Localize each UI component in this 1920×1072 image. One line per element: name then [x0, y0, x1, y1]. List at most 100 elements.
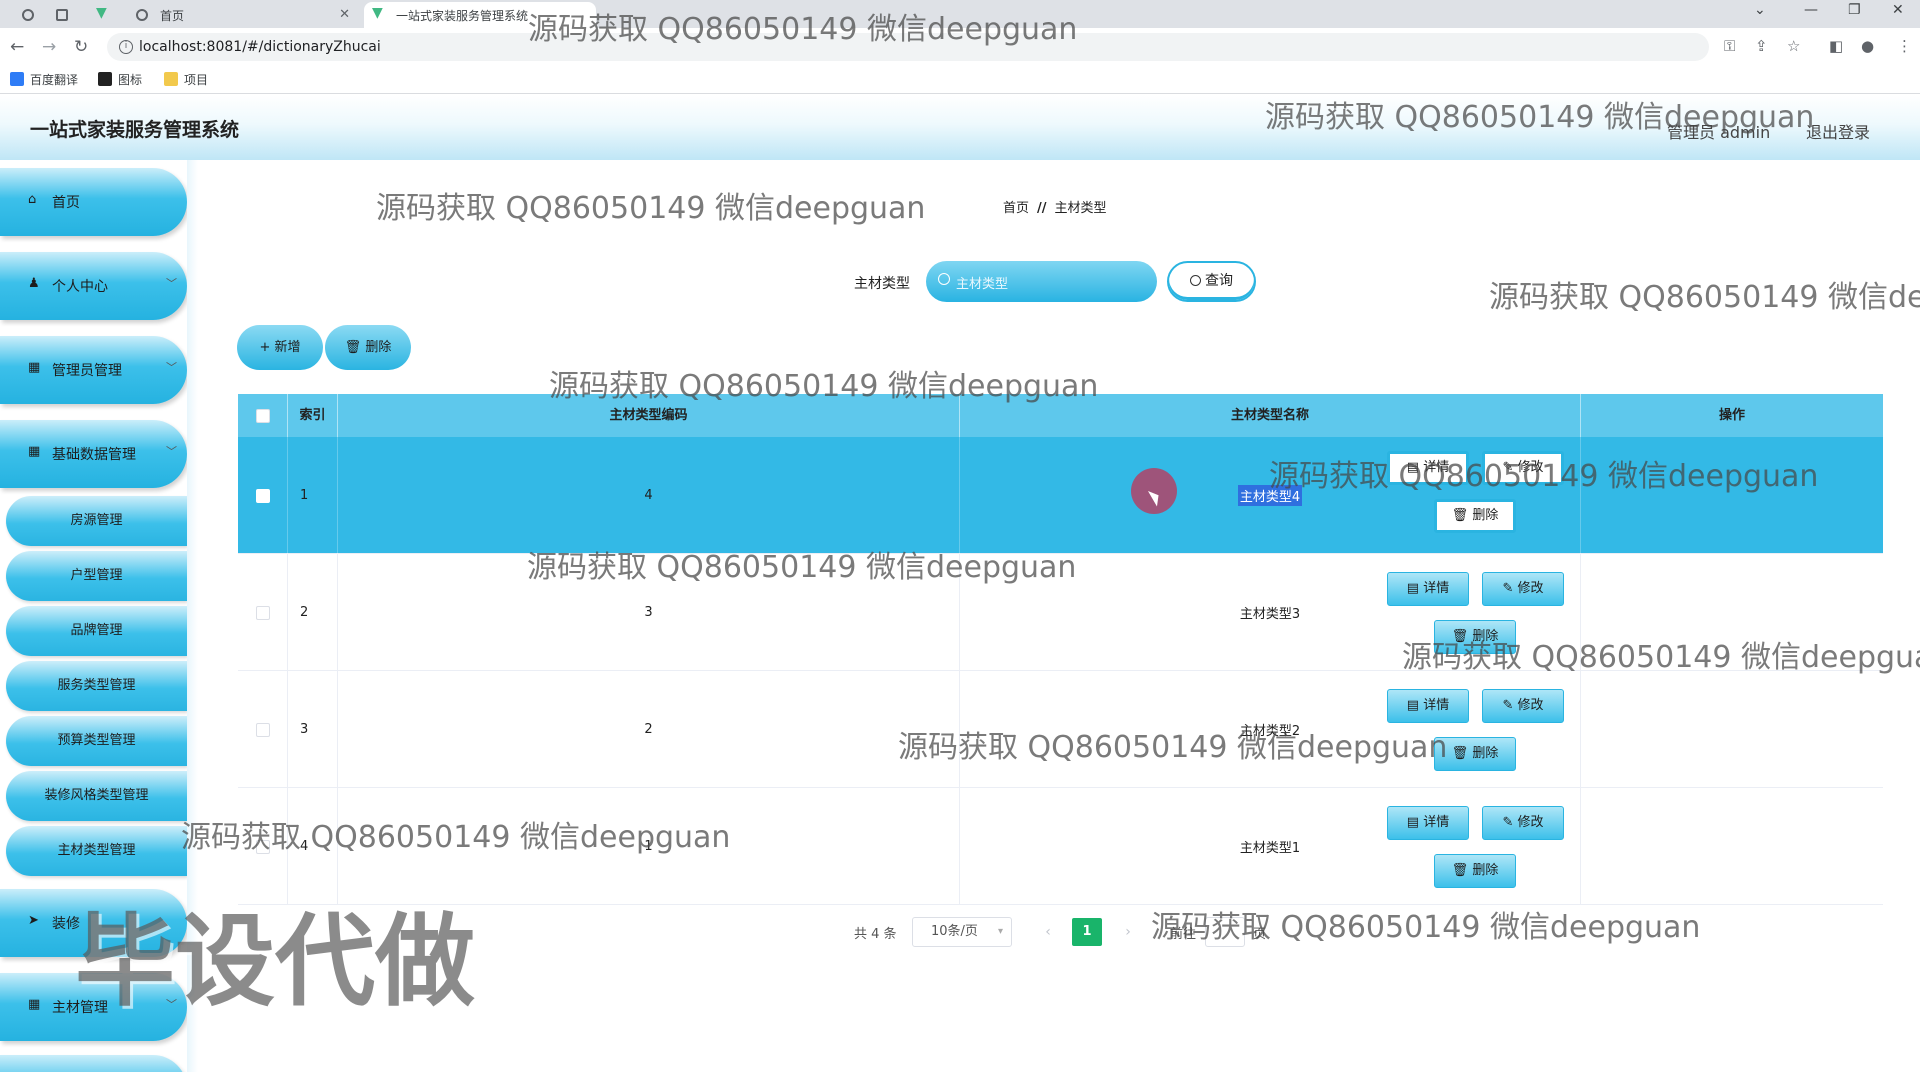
pinned-tab-1[interactable]	[14, 2, 40, 28]
sidebar-edge	[187, 160, 198, 1072]
delete-button[interactable]: 🗑 删除	[1434, 737, 1516, 771]
watermark: 源码获取 QQ86050149 微信deepguan	[1489, 280, 1920, 315]
minimize-icon[interactable]: —	[1804, 2, 1818, 18]
restore-icon[interactable]: ❐	[1848, 2, 1861, 18]
sidebar-item-label: 主材管理	[52, 1000, 108, 1016]
select-all-checkbox[interactable]	[255, 408, 270, 423]
close-icon[interactable]: ✕	[339, 7, 350, 22]
cell-index: 2	[288, 554, 338, 671]
doc-icon: ▤	[1406, 460, 1420, 475]
sidebar-item-material[interactable]: ▦ 主材管理 ﹀	[0, 973, 187, 1041]
next-page-button[interactable]: ›	[1115, 919, 1141, 945]
page-icon	[56, 9, 68, 21]
breadcrumb-current: 主材类型	[1054, 201, 1107, 216]
cell-code: 3	[338, 554, 960, 671]
cell-code: 1	[338, 788, 960, 905]
watermark: 源码获取 QQ86050149 微信deepguan	[376, 191, 926, 226]
forward-icon[interactable]: →	[42, 37, 56, 57]
app-header: 一站式家装服务管理系统 管理员 admin 退出登录	[0, 95, 1920, 160]
bookmark-star-icon[interactable]: ☆	[1787, 37, 1800, 55]
batch-delete-button[interactable]: 🗑 删除	[325, 325, 411, 370]
detail-button[interactable]: ▤ 详情	[1387, 572, 1469, 606]
trash-icon: 🗑	[1451, 746, 1469, 761]
share-icon[interactable]: ⇪	[1755, 37, 1768, 55]
search-input[interactable]: 主材类型	[926, 261, 1157, 302]
bookmark-label: 项目	[184, 73, 209, 87]
detail-label: 详情	[1423, 581, 1450, 596]
delete-label: 删除	[1472, 746, 1499, 761]
sidebar-subitem-material-type[interactable]: 主材类型管理	[6, 826, 187, 876]
reload-icon[interactable]: ↻	[74, 37, 88, 57]
pinned-tab-3[interactable]: ▼	[88, 2, 114, 28]
edit-button[interactable]: ✎ 修改	[1482, 451, 1564, 485]
sidebar-item-more[interactable]	[0, 1055, 187, 1072]
cell-code: 2	[338, 671, 960, 788]
row-checkbox[interactable]	[255, 605, 270, 620]
bookmark-icons[interactable]: 图标	[98, 71, 142, 88]
detail-button[interactable]: ▤ 详情	[1387, 451, 1469, 485]
delete-button[interactable]: 🗑 删除	[1434, 499, 1516, 533]
detail-button[interactable]: ▤ 详情	[1387, 806, 1469, 840]
cell-index: 3	[288, 671, 338, 788]
sidepanel-icon[interactable]: ◧	[1829, 37, 1843, 55]
tab-home[interactable]: 首页 ✕	[128, 2, 360, 28]
delete-button[interactable]: 🗑 删除	[1434, 620, 1516, 654]
edit-button[interactable]: ✎ 修改	[1482, 572, 1564, 606]
window-close-icon[interactable]: ✕	[1892, 2, 1904, 18]
edit-button[interactable]: ✎ 修改	[1482, 806, 1564, 840]
table-row[interactable]: 2 3 主材类型3 ▤ 详情 ✎ 修改 🗑 删除	[238, 554, 1883, 671]
tab-list-icon[interactable]: ⌄	[1754, 2, 1766, 18]
detail-button[interactable]: ▤ 详情	[1387, 689, 1469, 723]
sidebar-item-label: 装修	[52, 916, 80, 932]
row-checkbox[interactable]	[255, 722, 270, 737]
delete-button[interactable]: 🗑 删除	[1434, 854, 1516, 888]
profile-icon[interactable]: ●	[1861, 37, 1874, 55]
sidebar-subitem-house-type[interactable]: 户型管理	[6, 551, 187, 601]
table-row[interactable]: 1 4 主材类型4 ▤ 详情 ✎ 修改 🗑 删除	[238, 437, 1883, 554]
sidebar-subitem-budget-type[interactable]: 预算类型管理	[6, 716, 187, 766]
site-info-icon[interactable]: i	[119, 40, 133, 54]
goto-unit-label: 页	[1253, 927, 1267, 942]
pinned-tab-2[interactable]	[48, 2, 74, 28]
bookmark-baidu-translate[interactable]: 百度翻译	[10, 71, 78, 88]
key-icon[interactable]: ⚿	[1724, 37, 1735, 55]
breadcrumb-home[interactable]: 首页	[1003, 201, 1029, 216]
table-row[interactable]: 3 2 主材类型2 ▤ 详情 ✎ 修改 🗑 删除	[238, 671, 1883, 788]
row-checkbox[interactable]	[255, 839, 270, 854]
chevron-down-icon: ▾	[997, 926, 1003, 937]
sidebar-item-basic-data[interactable]: ▦ 基础数据管理 ﹀	[0, 420, 187, 488]
page-size-select[interactable]: 10条/页 ▾	[912, 917, 1012, 947]
sidebar-item-label: 管理员管理	[52, 363, 122, 379]
sidebar-subitem-brand[interactable]: 品牌管理	[6, 606, 187, 656]
sidebar-item-decoration[interactable]: ➤ 装修	[0, 889, 187, 957]
sidebar-subitem-style-type[interactable]: 装修风格类型管理	[6, 771, 187, 821]
table-row[interactable]: 4 1 主材类型1 ▤ 详情 ✎ 修改 🗑 删除	[238, 788, 1883, 905]
more-menu-icon[interactable]: ⋮	[1897, 37, 1912, 55]
logout-link[interactable]: 退出登录	[1806, 119, 1870, 143]
sidebar-item-profile[interactable]: ♟ 个人中心 ﹀	[0, 252, 187, 320]
tab-home-label: 首页	[160, 8, 185, 23]
sidebar-item-home[interactable]: ⌂ 首页	[0, 168, 187, 236]
tab-system[interactable]: ▼ 一站式家装服务管理系统	[364, 2, 596, 28]
query-button[interactable]: 查询	[1167, 261, 1256, 302]
doc-icon: ▤	[1406, 815, 1420, 830]
table-header: 索引 主材类型编码 主材类型名称 操作	[238, 394, 1883, 437]
edit-label: 修改	[1517, 815, 1544, 830]
row-checkbox[interactable]	[255, 488, 270, 503]
sidebar-item-admins[interactable]: ▦ 管理员管理 ﹀	[0, 336, 187, 404]
page-number-current[interactable]: 1	[1072, 918, 1102, 946]
url-bar[interactable]: i localhost:8081/#/dictionaryZhucai	[107, 33, 1709, 61]
bookmark-projects[interactable]: 项目	[164, 71, 208, 88]
back-icon[interactable]: ←	[10, 37, 24, 57]
trash-icon: 🗑	[344, 340, 362, 355]
add-button[interactable]: + 新增	[237, 325, 323, 370]
edit-button[interactable]: ✎ 修改	[1482, 689, 1564, 723]
trash-icon: 🗑	[1451, 863, 1469, 878]
prev-page-button[interactable]: ‹	[1035, 919, 1061, 945]
edit-label: 修改	[1517, 460, 1544, 475]
sidebar-subitem-service-type[interactable]: 服务类型管理	[6, 661, 187, 711]
sidebar-subitem-housing[interactable]: 房源管理	[6, 496, 187, 546]
goto-page-input[interactable]	[1205, 917, 1245, 947]
edit-label: 修改	[1517, 581, 1544, 596]
folder-icon	[164, 72, 178, 86]
